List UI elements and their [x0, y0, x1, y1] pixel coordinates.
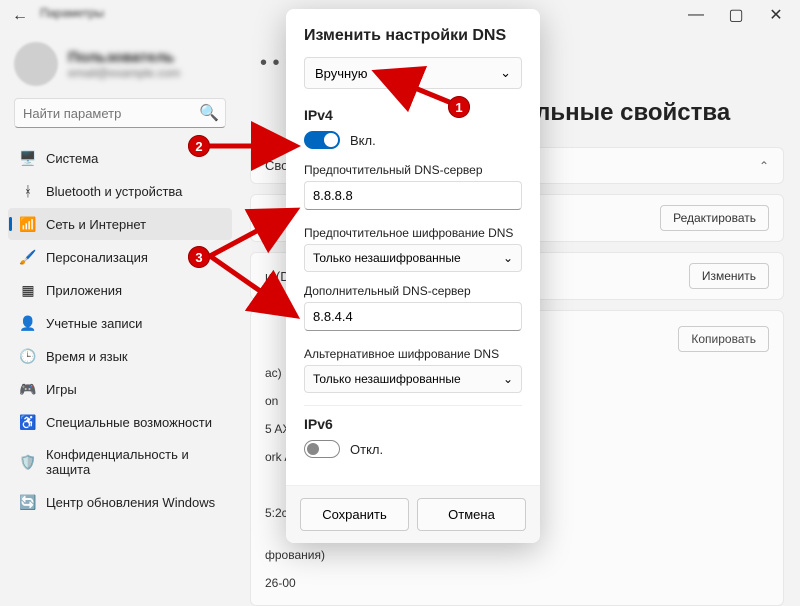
privacy-icon: 🛡️	[20, 454, 36, 470]
network-icon: 📶	[20, 216, 36, 232]
sidebar-item-privacy[interactable]: 🛡️ Конфиденциальность и защита	[8, 439, 232, 485]
primary-enc-label: Предпочтительное шифрование DNS	[304, 226, 522, 240]
ipv6-toggle[interactable]	[304, 440, 340, 458]
sidebar-item-label: Конфиденциальность и защита	[46, 447, 220, 477]
sidebar-nav: 🖥️ Система ᚼ Bluetooth и устройства 📶 Сеть и …	[8, 142, 232, 518]
sidebar-item-label: Система	[46, 151, 98, 166]
personalize-icon: 🖌️	[20, 249, 36, 265]
minimize-button[interactable]: —	[676, 1, 716, 29]
sidebar: Пользователь email@example.com 🔍 🖥️ Систе…	[0, 30, 240, 557]
ipv4-toggle-label: Вкл.	[350, 133, 376, 148]
dns-dialog: Изменить настройки DNS Вручную ⌄ IPv4 Вк…	[286, 9, 540, 543]
dialog-title: Изменить настройки DNS	[304, 27, 522, 45]
sidebar-item-update[interactable]: 🔄 Центр обновления Windows	[8, 486, 232, 518]
edit-button[interactable]: Редактировать	[660, 205, 769, 231]
sidebar-item-access[interactable]: ♿ Специальные возможности	[8, 406, 232, 438]
profile-name: Пользователь	[68, 49, 180, 66]
time-icon: 🕒	[20, 348, 36, 364]
update-icon: 🔄	[20, 494, 36, 510]
divider	[304, 405, 522, 406]
sidebar-item-label: Приложения	[46, 283, 122, 298]
select-value: Только незашифрованные	[313, 372, 461, 386]
ipv4-heading: IPv4	[304, 107, 522, 123]
detail-row: 26-00	[265, 569, 769, 597]
secondary-enc-select[interactable]: Только незашифрованные ⌄	[304, 365, 522, 393]
annotation-badge-3: 3	[188, 246, 210, 268]
sidebar-item-label: Время и язык	[46, 349, 128, 364]
copy-button[interactable]: Копировать	[678, 326, 769, 352]
sidebar-item-network[interactable]: 📶 Сеть и Интернет	[8, 208, 232, 240]
sidebar-item-label: Игры	[46, 382, 77, 397]
cancel-button[interactable]: Отмена	[417, 498, 526, 531]
sidebar-item-label: Учетные записи	[46, 316, 142, 331]
combo-value: Вручную	[315, 66, 367, 81]
sidebar-item-time[interactable]: 🕒 Время и язык	[8, 340, 232, 372]
save-button[interactable]: Сохранить	[300, 498, 409, 531]
detail-label: фрования)	[265, 548, 325, 562]
annotation-badge-2: 2	[188, 135, 210, 157]
chevron-down-icon: ⌄	[503, 372, 513, 386]
primary-dns-label: Предпочтительный DNS-сервер	[304, 163, 522, 177]
search-icon: 🔍	[199, 103, 219, 123]
apps-icon: ▦	[20, 282, 36, 298]
ipv4-toggle[interactable]	[304, 131, 340, 149]
minimize-icon: —	[688, 6, 704, 24]
sidebar-item-apps[interactable]: ▦ Приложения	[8, 274, 232, 306]
avatar	[14, 42, 58, 86]
dialog-footer: Сохранить Отмена	[286, 485, 540, 543]
sidebar-item-games[interactable]: 🎮 Игры	[8, 373, 232, 405]
profile-block[interactable]: Пользователь email@example.com	[8, 38, 232, 98]
search-input[interactable]	[23, 106, 199, 121]
chevron-up-icon: ⌃	[759, 159, 769, 173]
detail-label: ас)	[265, 366, 282, 380]
sidebar-item-label: Центр обновления Windows	[46, 495, 215, 510]
system-icon: 🖥️	[20, 150, 36, 166]
change-button[interactable]: Изменить	[689, 263, 769, 289]
sidebar-item-label: Bluetooth и устройства	[46, 184, 182, 199]
ipv6-toggle-label: Откл.	[350, 442, 383, 457]
games-icon: 🎮	[20, 381, 36, 397]
ipv6-heading: IPv6	[304, 416, 522, 432]
back-icon: ←	[12, 7, 28, 25]
detail-row: фрования)	[265, 541, 769, 569]
close-button[interactable]: ✕	[756, 1, 796, 29]
dns-mode-combo[interactable]: Вручную ⌄	[304, 57, 522, 89]
close-icon: ✕	[769, 5, 782, 25]
secondary-dns-label: Дополнительный DNS-сервер	[304, 284, 522, 298]
primary-dns-input[interactable]	[304, 181, 522, 210]
secondary-dns-input[interactable]	[304, 302, 522, 331]
sidebar-item-accounts[interactable]: 👤 Учетные записи	[8, 307, 232, 339]
detail-label: 26-00	[265, 576, 296, 590]
search-box[interactable]: 🔍	[14, 98, 226, 128]
sidebar-item-label: Сеть и Интернет	[46, 217, 146, 232]
back-button[interactable]: ←	[0, 2, 40, 30]
sidebar-item-bluetooth[interactable]: ᚼ Bluetooth и устройства	[8, 175, 232, 207]
sidebar-item-label: Специальные возможности	[46, 415, 212, 430]
maximize-button[interactable]: ▢	[716, 1, 756, 29]
access-icon: ♿	[20, 414, 36, 430]
window-title: Параметры	[40, 6, 104, 20]
detail-label: on	[265, 394, 278, 408]
accounts-icon: 👤	[20, 315, 36, 331]
secondary-enc-label: Альтернативное шифрование DNS	[304, 347, 522, 361]
bluetooth-icon: ᚼ	[20, 183, 36, 199]
primary-enc-select[interactable]: Только незашифрованные ⌄	[304, 244, 522, 272]
chevron-down-icon: ⌄	[500, 65, 511, 81]
sidebar-item-label: Персонализация	[46, 250, 148, 265]
maximize-icon: ▢	[728, 5, 743, 25]
profile-mail: email@example.com	[68, 66, 180, 80]
annotation-badge-1: 1	[448, 96, 470, 118]
chevron-down-icon: ⌄	[503, 251, 513, 265]
select-value: Только незашифрованные	[313, 251, 461, 265]
